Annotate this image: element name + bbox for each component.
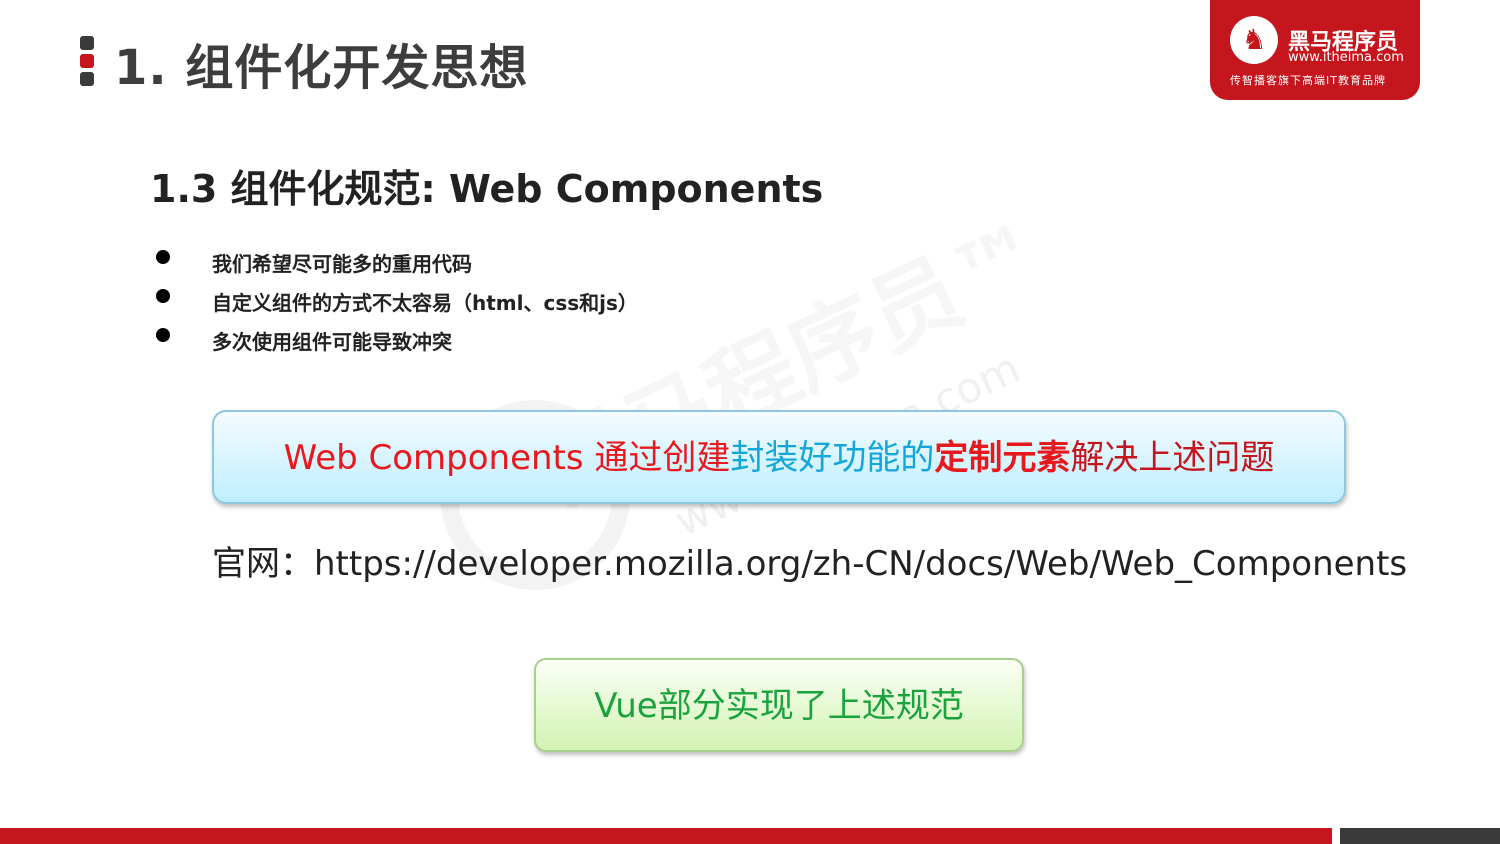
bullet-dot-icon: [156, 289, 170, 303]
bullet-text: 自定义组件的方式不太容易（html、css和js）: [212, 291, 638, 315]
web-components-callout: Web Components 通过创建封装好功能的定制元素解决上述问题: [212, 410, 1346, 504]
callout-part-2: 封装好功能的: [730, 438, 935, 478]
logo-slogan: 传智播客旗下高端IT教育品牌: [1230, 74, 1386, 87]
conclusion-text: Vue部分实现了上述规范: [594, 686, 964, 726]
marker-block-bottom: [80, 72, 94, 86]
page-title: 1. 组件化开发思想: [114, 40, 529, 96]
marker-block-middle: [80, 54, 94, 68]
bullet-dot-icon: [156, 328, 170, 342]
title-marker-icon: [80, 36, 96, 90]
footer-bar-red: [0, 828, 1332, 844]
marker-block-top: [80, 36, 94, 50]
bullet-text: 多次使用组件可能导致冲突: [212, 330, 452, 354]
vue-conclusion-callout: Vue部分实现了上述规范: [534, 658, 1024, 752]
bullet-text: 我们希望尽可能多的重用代码: [212, 252, 472, 276]
footer-bar-gray: [1340, 828, 1500, 844]
brand-logo: ♞ 黑马程序员 www.itheima.com 传智播客旗下高端IT教育品牌: [1210, 0, 1420, 100]
section-subtitle: 1.3 组件化规范: Web Components: [150, 167, 824, 211]
official-url-link[interactable]: https://developer.mozilla.org/zh-CN/docs…: [314, 544, 1407, 584]
logo-url: www.itheima.com: [1288, 50, 1404, 65]
official-site: 官网：https://developer.mozilla.org/zh-CN/d…: [212, 536, 1407, 585]
callout-part-3: 定制元素: [934, 438, 1071, 478]
official-label: 官网：: [212, 544, 314, 584]
callout-part-1: Web Components 通过创建: [283, 438, 731, 478]
bullet-dot-icon: [156, 250, 170, 264]
callout-part-4: 解决上述问题: [1070, 438, 1275, 478]
horse-logo-icon: ♞: [1230, 16, 1278, 64]
